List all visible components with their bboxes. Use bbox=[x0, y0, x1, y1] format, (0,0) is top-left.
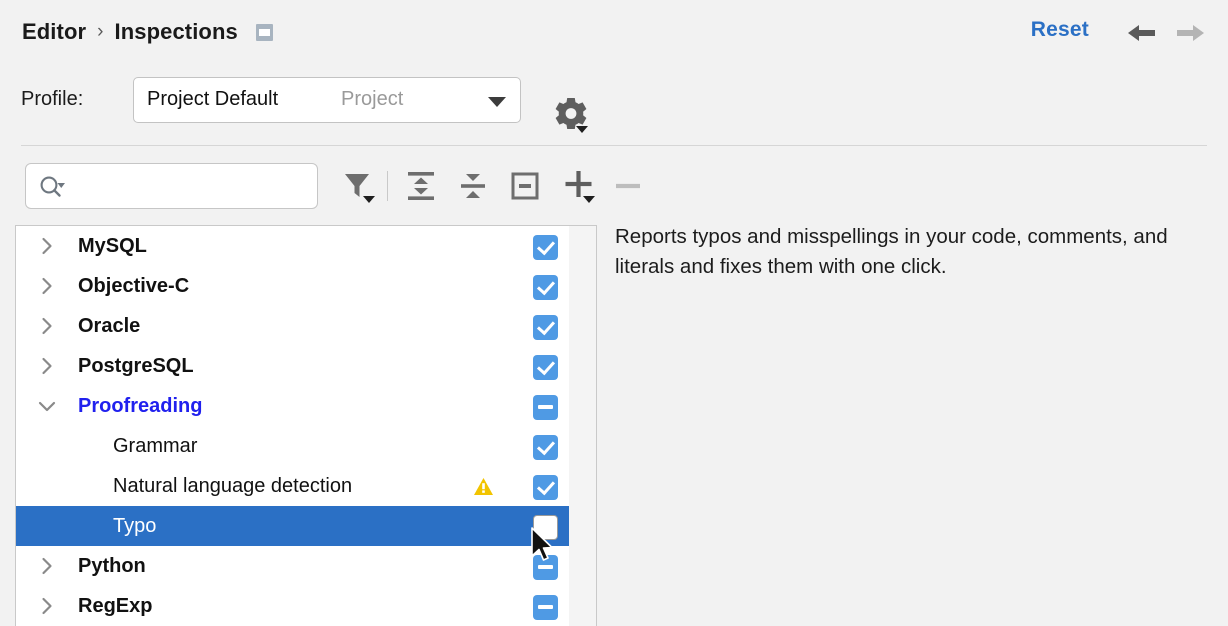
chevron-right-icon[interactable] bbox=[35, 354, 59, 378]
tree-row[interactable]: Natural language detection bbox=[16, 466, 570, 506]
tree-row[interactable]: Grammar bbox=[16, 426, 570, 466]
chevron-right-icon[interactable] bbox=[35, 314, 59, 338]
inspection-description-text: Reports typos and misspellings in your c… bbox=[615, 222, 1177, 282]
tree-vertical-scrollbar[interactable] bbox=[569, 226, 596, 626]
tree-row[interactable]: Typo bbox=[16, 506, 570, 546]
tree-row-checkbox[interactable] bbox=[533, 435, 558, 460]
remove-button bbox=[606, 163, 652, 209]
tree-row-checkbox[interactable] bbox=[533, 595, 558, 620]
breadcrumb-parent[interactable]: Editor bbox=[22, 19, 86, 45]
tree-row-checkbox[interactable] bbox=[533, 235, 558, 260]
tree-row-checkbox[interactable] bbox=[533, 515, 558, 540]
collapse-all-button[interactable] bbox=[450, 163, 496, 209]
tree-row[interactable]: MySQL bbox=[16, 226, 570, 266]
tree-row[interactable]: Python bbox=[16, 546, 570, 586]
tree-row[interactable]: Oracle bbox=[16, 306, 570, 346]
chevron-right-icon[interactable] bbox=[35, 274, 59, 298]
gear-icon[interactable] bbox=[550, 95, 592, 135]
tree-row[interactable]: Objective-C bbox=[16, 266, 570, 306]
chevron-down-icon[interactable] bbox=[35, 394, 59, 418]
breadcrumb: Editor › Inspections bbox=[22, 17, 273, 47]
tree-row-label: MySQL bbox=[78, 235, 147, 258]
header-bar: Editor › Inspections Reset bbox=[0, 0, 1228, 66]
profile-select-scope: Project bbox=[341, 88, 403, 111]
search-icon[interactable] bbox=[38, 174, 68, 200]
reset-button[interactable]: Reset bbox=[1031, 18, 1089, 42]
tree-rows-container: MySQL Objective-C Oracle PostgreSQL Proofrea… bbox=[16, 226, 570, 626]
tree-row-label: Oracle bbox=[78, 315, 140, 338]
breadcrumb-current: Inspections bbox=[114, 19, 237, 45]
profile-select-value: Project Default bbox=[147, 88, 278, 111]
inspection-description-panel: Reports typos and misspellings in your c… bbox=[615, 222, 1211, 342]
warning-triangle-icon bbox=[473, 477, 494, 496]
tree-row-label: Proofreading bbox=[78, 395, 202, 418]
tree-row-label: Grammar bbox=[113, 435, 197, 458]
tree-row-label: Natural language detection bbox=[113, 475, 352, 498]
search-field[interactable] bbox=[25, 163, 318, 209]
inspections-toolbar bbox=[0, 155, 660, 217]
arrow-left-icon[interactable] bbox=[1124, 20, 1158, 46]
chevron-right-icon[interactable] bbox=[35, 594, 59, 618]
tree-row-label: Typo bbox=[113, 515, 156, 538]
inspections-tree[interactable]: MySQL Objective-C Oracle PostgreSQL Proofrea… bbox=[15, 225, 597, 626]
add-button[interactable] bbox=[556, 163, 602, 209]
profile-label: Profile: bbox=[21, 88, 83, 111]
expand-all-button[interactable] bbox=[398, 163, 444, 209]
tree-row-checkbox[interactable] bbox=[533, 395, 558, 420]
tree-row[interactable]: PostgreSQL bbox=[16, 346, 570, 386]
filter-button[interactable] bbox=[336, 163, 382, 209]
group-by-button[interactable] bbox=[502, 163, 548, 209]
tree-row-checkbox[interactable] bbox=[533, 275, 558, 300]
tree-row[interactable]: Proofreading bbox=[16, 386, 570, 426]
tree-row-label: Python bbox=[78, 555, 146, 578]
tree-row-checkbox[interactable] bbox=[533, 315, 558, 340]
profile-row: Profile: Project Default Project bbox=[0, 66, 1228, 145]
breadcrumb-separator: › bbox=[97, 21, 103, 43]
search-input[interactable] bbox=[74, 164, 313, 210]
tree-row-checkbox[interactable] bbox=[533, 475, 558, 500]
tree-row[interactable]: RegExp bbox=[16, 586, 570, 626]
profile-select[interactable]: Project Default Project bbox=[133, 77, 521, 123]
tree-row-label: RegExp bbox=[78, 595, 152, 618]
tree-row-checkbox[interactable] bbox=[533, 355, 558, 380]
tree-row-label: Objective-C bbox=[78, 275, 189, 298]
tree-row-checkbox[interactable] bbox=[533, 555, 558, 580]
panel-icon[interactable] bbox=[256, 24, 273, 41]
arrow-right-icon[interactable] bbox=[1174, 20, 1208, 46]
tree-row-label: PostgreSQL bbox=[78, 355, 194, 378]
chevron-down-icon bbox=[488, 97, 506, 107]
chevron-right-icon[interactable] bbox=[35, 554, 59, 578]
chevron-right-icon[interactable] bbox=[35, 234, 59, 258]
toolbar-separator bbox=[387, 171, 388, 201]
section-divider bbox=[21, 145, 1207, 146]
